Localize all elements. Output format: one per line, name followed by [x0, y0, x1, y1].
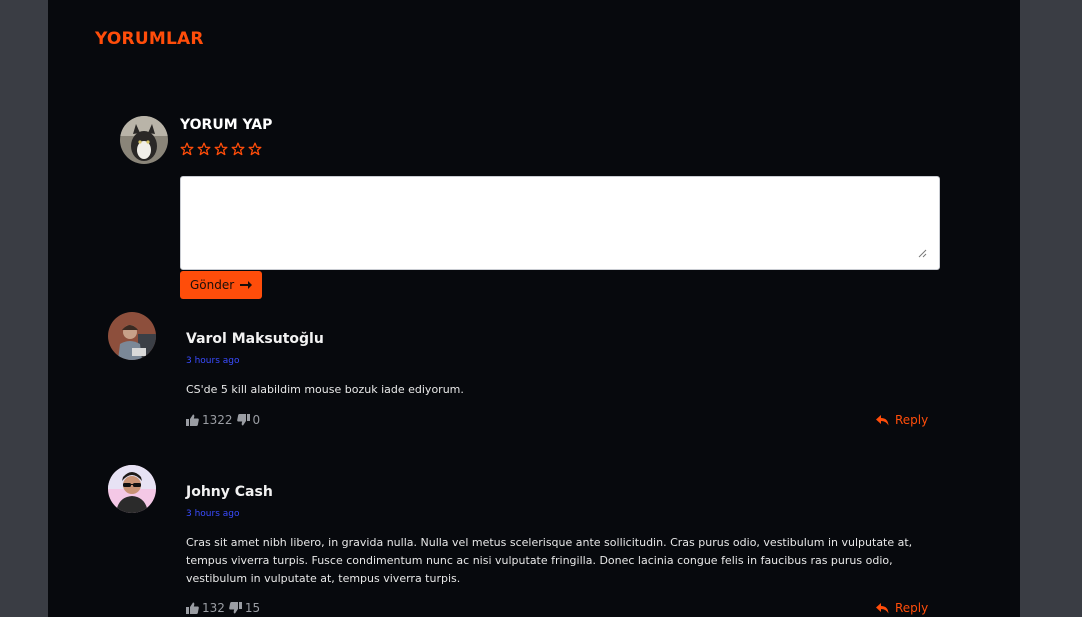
send-button[interactable]: Gönder — [180, 271, 263, 299]
reply-button[interactable]: Reply — [876, 413, 928, 427]
section-title: YORUMLAR — [95, 29, 204, 49]
like-button[interactable]: 1322 — [186, 413, 233, 427]
comment-author[interactable]: Johny Cash — [186, 484, 273, 500]
comment-votes: 132 15 — [186, 601, 260, 615]
thumbs-up-icon — [186, 414, 199, 426]
comment-time: 3 hours ago — [186, 356, 240, 366]
dislike-count: 0 — [252, 413, 261, 427]
send-button-label: Gönder — [190, 278, 235, 292]
reply-icon — [876, 414, 889, 425]
comment-text: Cras sit amet nibh libero, in gravida nu… — [186, 536, 913, 585]
comment-textarea[interactable] — [180, 176, 940, 270]
dislike-button[interactable]: 0 — [236, 413, 261, 427]
star-1-icon[interactable] — [180, 142, 194, 156]
current-user-avatar — [120, 116, 168, 164]
star-2-icon[interactable] — [197, 142, 211, 156]
arrow-right-icon — [240, 281, 253, 289]
star-5-icon[interactable] — [248, 142, 262, 156]
like-button[interactable]: 132 — [186, 601, 225, 615]
thumbs-down-icon — [229, 602, 242, 614]
comment-author[interactable]: Varol Maksutoğlu — [186, 331, 324, 347]
comment-avatar — [108, 465, 156, 513]
star-4-icon[interactable] — [231, 142, 245, 156]
star-3-icon[interactable] — [214, 142, 228, 156]
comment-avatar — [108, 312, 156, 360]
reply-button[interactable]: Reply — [876, 601, 928, 615]
reply-icon — [876, 602, 889, 613]
reply-label: Reply — [895, 601, 929, 615]
comments-panel: YORUMLAR YORUM YAP Gönder Varol Maksutoğ… — [48, 0, 1020, 617]
compose-title: YORUM YAP — [180, 117, 273, 133]
thumbs-down-icon — [236, 414, 250, 426]
reply-label: Reply — [895, 413, 929, 427]
rating-stars[interactable] — [180, 142, 262, 156]
dislike-button[interactable]: 15 — [229, 601, 260, 615]
thumbs-up-icon — [186, 602, 199, 614]
comment-text: CS'de 5 kill alabildim mouse bozuk iade … — [186, 383, 464, 396]
resize-grip-icon[interactable] — [918, 249, 927, 258]
comment-time: 3 hours ago — [186, 509, 240, 519]
comment-votes: 1322 0 — [186, 413, 260, 427]
like-count: 1322 — [202, 413, 233, 427]
like-count: 132 — [202, 601, 225, 615]
dislike-count: 15 — [244, 601, 261, 615]
